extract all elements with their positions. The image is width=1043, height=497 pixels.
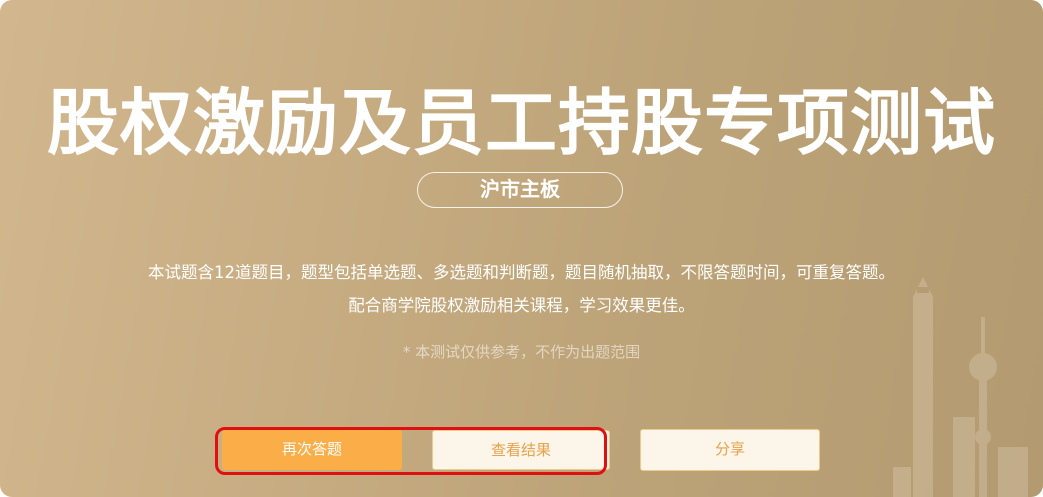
quiz-description-line1: 本试题含12道题目，题型包括单选题、多选题和判断题，题目随机抽取，不限答题时间，… — [148, 263, 895, 282]
board-badge: 沪市主板 — [417, 172, 623, 208]
retry-quiz-button[interactable]: 再次答题 — [222, 430, 402, 470]
quiz-description-line2: 配合商学院股权激励相关课程，学习效果更佳。 — [348, 296, 695, 315]
disclaimer-note: * 本测试仅供参考，不作为出题范围 — [402, 343, 641, 361]
quiz-title: 股权激励及员工持股专项测试 — [46, 81, 996, 165]
city-skyline-icon — [893, 277, 1028, 497]
share-button[interactable]: 分享 — [640, 429, 820, 471]
quiz-card: 股权激励及员工持股专项测试 沪市主板 本试题含12道题目，题型包括单选题、多选题… — [0, 0, 1043, 497]
view-result-button[interactable]: 查看结果 — [432, 430, 610, 470]
